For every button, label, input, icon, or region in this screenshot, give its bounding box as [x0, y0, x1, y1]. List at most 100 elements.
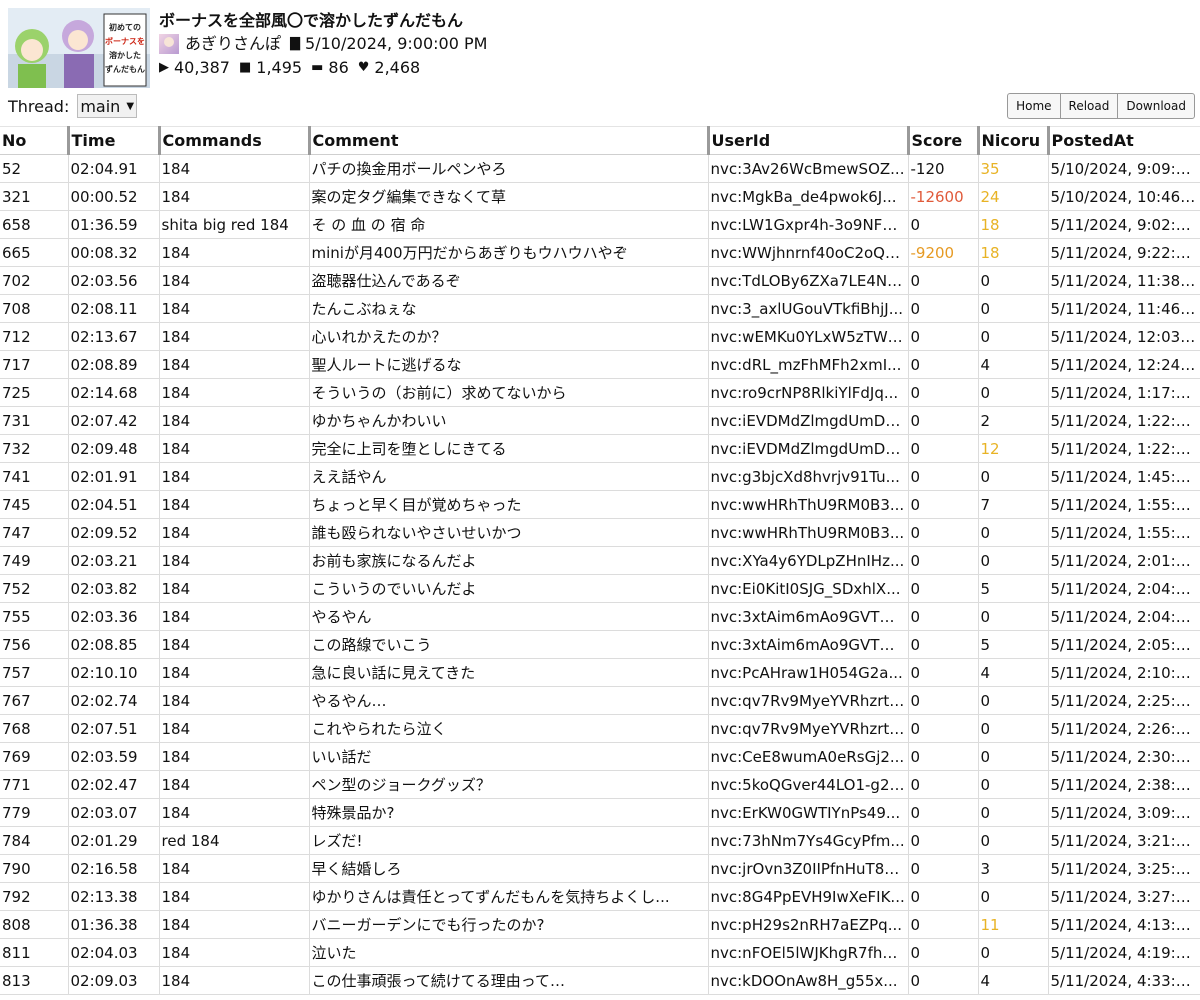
- table-row[interactable]: 755 02:03.36 184 やるやん nvc:3xtAim6mAo9GVTm...…: [0, 602, 1200, 631]
- cell-score: 0: [907, 378, 979, 407]
- cell-time: 02:03.36: [67, 602, 160, 631]
- cell-userid: nvc:WWjhnrnf40oC2oQx...: [707, 238, 909, 267]
- table-row[interactable]: 757 02:10.10 184 急に良い話に見えてきた nvc:PcAHraw1H05…: [0, 658, 1200, 687]
- table-row[interactable]: 658 01:36.59 shita big red 184 そ の 血 の 宿 命n…: [0, 210, 1200, 239]
- table-row[interactable]: 702 02:03.56 184 盗聴器仕込んであるぞ nvc:TdLOBy6ZXa7L…: [0, 266, 1200, 295]
- column-header-commands[interactable]: Commands: [157, 126, 309, 155]
- download-button[interactable]: Download: [1117, 93, 1195, 119]
- column-header-score[interactable]: Score: [906, 126, 978, 155]
- cell-commands: 184: [158, 518, 310, 547]
- table-row[interactable]: 779 02:03.07 184 特殊景品か? nvc:ErKW0GWTIYnPs49.…: [0, 798, 1200, 827]
- table-row[interactable]: 811 02:04.03 184 泣いた nvc:nFOEl5lWJKhgR7fhx..…: [0, 938, 1200, 967]
- cell-no: 769: [0, 742, 69, 771]
- cell-userid: nvc:qv7Rv9MyeYVRhzrtu...: [707, 714, 909, 743]
- column-header-time[interactable]: Time: [66, 126, 159, 155]
- cell-score: -9200: [907, 238, 979, 267]
- table-row[interactable]: 771 02:02.47 184 ペン型のジョークグッズ？ nvc:5koQGver44…: [0, 770, 1200, 799]
- table-row[interactable]: 749 02:03.21 184 お前も家族になるんだよ nvc:XYa4y6YDLpZ…: [0, 546, 1200, 575]
- cell-nicoru: 0: [977, 882, 1049, 911]
- column-header-postedat[interactable]: PostedAt: [1046, 126, 1200, 155]
- cell-time: 02:02.74: [67, 686, 160, 715]
- table-row[interactable]: 665 00:08.32 184 miniが月400万円だからあぎりもウハウハやぞ nv…: [0, 238, 1200, 267]
- table-row[interactable]: 708 02:08.11 184 たんこぶねぇな nvc:3_axlUGouVTkfiB…: [0, 294, 1200, 323]
- video-thumbnail[interactable]: 初めての ボーナスを 溶かした ずんだもん: [8, 8, 150, 88]
- cell-no: 725: [0, 378, 69, 407]
- uploader-avatar[interactable]: [159, 34, 179, 54]
- cell-comment: ええ話やん: [308, 462, 709, 491]
- column-header-comment[interactable]: Comment: [307, 126, 708, 155]
- cell-nicoru: 7: [977, 490, 1049, 519]
- column-header-nicoru[interactable]: Nicoru: [976, 126, 1048, 155]
- table-row[interactable]: 745 02:04.51 184 ちょっと早く目が覚めちゃった nvc:wwHRhThU…: [0, 490, 1200, 519]
- table-row[interactable]: 792 02:13.38 184 ゆかりさんは責任とってずんだもんを気持ちよくし...…: [0, 882, 1200, 911]
- cell-comment: やるやん…: [308, 686, 709, 715]
- cell-time: 02:08.89: [67, 350, 160, 379]
- table-row[interactable]: 790 02:16.58 184 早く結婚しろ nvc:jrOvn3Z0IIPfnHuT…: [0, 854, 1200, 883]
- cell-commands: 184: [158, 294, 310, 323]
- table-row[interactable]: 747 02:09.52 184 誰も殴られないやさいせいかつ nvc:wwHRhThU…: [0, 518, 1200, 547]
- cell-nicoru: 18: [977, 238, 1049, 267]
- cell-score: 0: [907, 602, 979, 631]
- cell-postedat: 5/11/2024, 3:21:01 PM: [1047, 826, 1200, 855]
- cell-nicoru: 4: [977, 658, 1049, 687]
- table-row[interactable]: 813 02:09.03 184 この仕事頑張って続けてる理由って… nvc:kDOOn…: [0, 966, 1200, 995]
- cell-time: 02:07.42: [67, 406, 160, 435]
- column-header-no[interactable]: No: [0, 126, 68, 155]
- cell-postedat: 5/11/2024, 12:24:14 PM: [1047, 350, 1200, 379]
- table-row[interactable]: 741 02:01.91 184 ええ話やん nvc:g3bjcXd8hvrjv91Tu…: [0, 462, 1200, 491]
- table-row[interactable]: 725 02:14.68 184 そういうの（お前に）求めてないから nvc:ro9cr…: [0, 378, 1200, 407]
- cell-score: 0: [907, 854, 979, 883]
- table-row[interactable]: 768 02:07.51 184 これやられたら泣く nvc:qv7Rv9MyeYVRh…: [0, 714, 1200, 743]
- table-row[interactable]: 717 02:08.89 184 聖人ルートに逃げるな nvc:dRL_mzFhMFh2…: [0, 350, 1200, 379]
- cell-score: 0: [907, 350, 979, 379]
- cell-commands: 184: [158, 658, 310, 687]
- table-row[interactable]: 712 02:13.67 184 心いれかえたのか？ nvc:wEMKu0YLxW5zT…: [0, 322, 1200, 351]
- cell-time: 02:03.56: [67, 266, 160, 295]
- table-row[interactable]: 752 02:03.82 184 こういうのでいいんだよ nvc:Ei0KitI0SJG…: [0, 574, 1200, 603]
- cell-score: -120: [907, 154, 979, 183]
- table-header-row: No Time Commands Comment UserId Score Ni…: [0, 126, 1200, 155]
- thread-select[interactable]: main ▼: [77, 94, 138, 118]
- table-row[interactable]: 808 01:36.38 184 バニーガーデンにでも行ったのか? nvc:pH29s2…: [0, 910, 1200, 939]
- cell-userid: nvc:qv7Rv9MyeYVRhzrtu...: [707, 686, 909, 715]
- cell-comment: ゆかりさんは責任とってずんだもんを気持ちよくし...: [308, 882, 709, 911]
- reload-button[interactable]: Reload: [1059, 93, 1119, 119]
- cell-nicoru: 2: [977, 406, 1049, 435]
- table-row[interactable]: 732 02:09.48 184 完全に上司を堕としにきてる nvc:iEVDMdZlm…: [0, 434, 1200, 463]
- table-row[interactable]: 784 02:01.29 red 184 レズだ! nvc:73hNm7Ys4GcyPf…: [0, 826, 1200, 855]
- table-row[interactable]: 756 02:08.85 184 この路線でいこう nvc:3xtAim6mAo9GVT…: [0, 630, 1200, 659]
- cell-time: 02:04.51: [67, 490, 160, 519]
- cell-nicoru: 18: [977, 210, 1049, 239]
- cell-nicoru: 0: [977, 266, 1049, 295]
- cell-commands: 184: [158, 714, 310, 743]
- table-row[interactable]: 769 02:03.59 184 いい話だ nvc:CeE8wumA0eRsGj2...…: [0, 742, 1200, 771]
- cell-nicoru: 0: [977, 742, 1049, 771]
- cell-no: 708: [0, 294, 69, 323]
- uploader-name[interactable]: あぎりさんぽ: [185, 33, 281, 55]
- cell-score: -12600: [907, 182, 979, 211]
- cell-nicoru: 0: [977, 798, 1049, 827]
- column-header-userid[interactable]: UserId: [706, 126, 908, 155]
- like-count: 2,468: [374, 58, 421, 77]
- cell-nicoru: 12: [977, 434, 1049, 463]
- table-row[interactable]: 767 02:02.74 184 やるやん… nvc:qv7Rv9MyeYVRhzrtu…: [0, 686, 1200, 715]
- cell-score: 0: [907, 910, 979, 939]
- cell-commands: red 184: [158, 826, 310, 855]
- cell-nicoru: 3: [977, 854, 1049, 883]
- cell-no: 768: [0, 714, 69, 743]
- table-row[interactable]: 52 02:04.91 184 パチの換金用ボールペンやろ nvc:3Av26WcBme…: [0, 154, 1200, 183]
- mylist-count: 86: [328, 58, 349, 77]
- cell-no: 732: [0, 434, 69, 463]
- table-row[interactable]: 321 00:00.52 184 案の定タグ編集できなくて草 nvc:MgkBa_de4…: [0, 182, 1200, 211]
- home-button[interactable]: Home: [1007, 93, 1061, 119]
- cell-no: 745: [0, 490, 69, 519]
- cell-postedat: 5/11/2024, 2:26:22 PM: [1047, 714, 1200, 743]
- cell-comment: この仕事頑張って続けてる理由って…: [308, 966, 709, 995]
- table-row[interactable]: 731 02:07.42 184 ゆかちゃんかわいい nvc:iEVDMdZlmgdUm…: [0, 406, 1200, 435]
- cell-nicoru: 0: [977, 378, 1049, 407]
- cell-userid: nvc:ErKW0GWTIYnPs49...: [707, 798, 909, 827]
- cell-commands: 184: [158, 602, 310, 631]
- cell-score: 0: [907, 882, 979, 911]
- cell-comment: そ の 血 の 宿 命: [308, 210, 709, 239]
- cell-postedat: 5/11/2024, 2:04:01 PM: [1047, 574, 1200, 603]
